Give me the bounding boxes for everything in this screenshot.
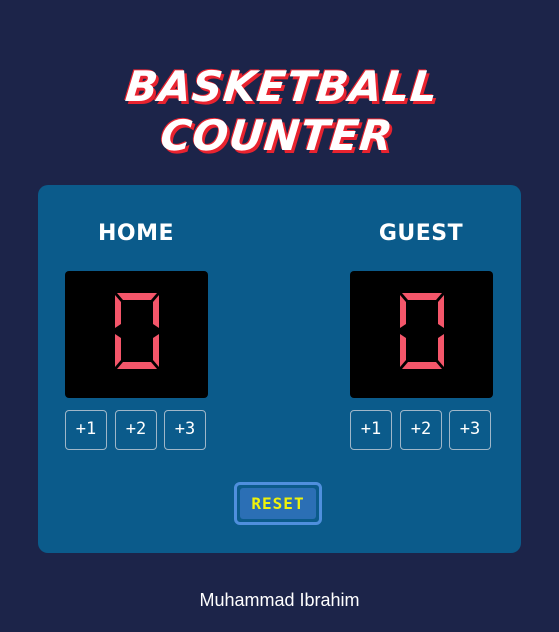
home-score-display: 0	[65, 271, 208, 398]
home-plus-3-button[interactable]: +3	[164, 410, 206, 450]
guest-score-display: 0	[350, 271, 493, 398]
home-score-digit	[115, 293, 159, 369]
app-title: BASKETBALL COUNTER	[123, 62, 441, 160]
guest-plus-2-button[interactable]: +2	[400, 410, 442, 450]
guest-score-digit	[400, 293, 444, 369]
guest-plus-1-button[interactable]: +1	[350, 410, 392, 450]
scoreboard: HOME GUEST 0 0	[38, 185, 521, 553]
home-plus-1-button[interactable]: +1	[65, 410, 107, 450]
guest-label: GUEST	[378, 221, 464, 246]
guest-plus-3-button[interactable]: +3	[449, 410, 491, 450]
home-label: HOME	[97, 221, 175, 246]
author-credit: Muhammad Ibrahim	[199, 590, 360, 610]
reset-button[interactable]: RESET	[234, 482, 322, 525]
home-plus-2-button[interactable]: +2	[115, 410, 157, 450]
reset-button-label: RESET	[240, 488, 316, 519]
